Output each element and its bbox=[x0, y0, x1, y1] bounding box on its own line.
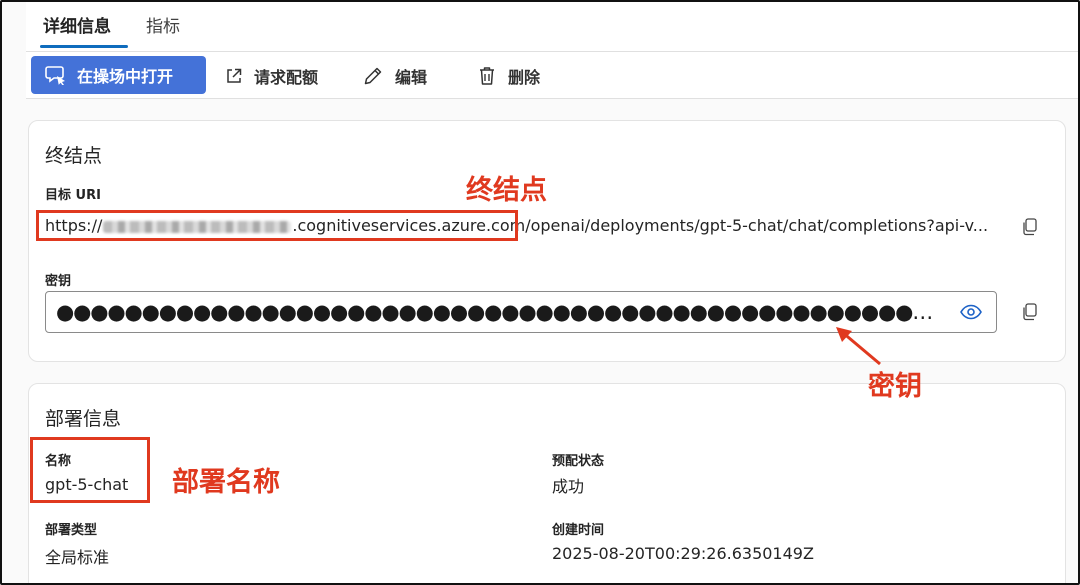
endpoint-card: 终结点 目标 URI https://.cognitiveservices.az… bbox=[28, 120, 1066, 362]
active-tab-indicator bbox=[40, 45, 128, 48]
tab-bar: 详细信息 指标 bbox=[26, 0, 1080, 52]
deployment-type-label: 部署类型 bbox=[45, 523, 98, 538]
external-link-icon bbox=[227, 68, 242, 83]
endpoint-highlight-box bbox=[36, 210, 518, 241]
created-time-value: 2025-08-20T00:29:26.6350149Z bbox=[552, 544, 814, 563]
delete-label: 删除 bbox=[508, 68, 541, 87]
key-masked-value: ●●●●●●●●●●●●●●●●●●●●●●●●●●●●●●●●●●●●●●●●… bbox=[56, 300, 946, 324]
eye-icon[interactable] bbox=[960, 304, 982, 320]
copy-uri-icon[interactable] bbox=[1022, 218, 1038, 236]
open-in-playground-button[interactable]: 在操场中打开 bbox=[31, 56, 206, 94]
tab-details[interactable]: 详细信息 bbox=[43, 12, 111, 37]
copy-key-icon[interactable] bbox=[1022, 303, 1038, 321]
created-time-label: 创建时间 bbox=[552, 523, 605, 538]
deployment-name-highlight-box bbox=[30, 437, 150, 503]
delete-button[interactable]: 删除 bbox=[478, 62, 540, 90]
key-label: 密钥 bbox=[45, 274, 72, 289]
target-uri-label: 目标 URI bbox=[45, 188, 101, 203]
deployment-card-title: 部署信息 bbox=[45, 408, 122, 430]
toolbar: 在操场中打开 请求配额 编辑 删除 bbox=[26, 52, 1080, 99]
trash-icon bbox=[480, 67, 494, 85]
deployment-name-annotation: 部署名称 bbox=[172, 467, 280, 498]
deployment-type-value: 全局标准 bbox=[45, 548, 110, 567]
endpoint-card-title: 终结点 bbox=[45, 145, 103, 167]
request-quota-label: 请求配额 bbox=[254, 68, 319, 87]
tab-metrics[interactable]: 指标 bbox=[146, 12, 180, 37]
pencil-icon bbox=[364, 67, 382, 85]
open-in-playground-label: 在操场中打开 bbox=[77, 67, 174, 86]
request-quota-button[interactable]: 请求配额 bbox=[226, 62, 318, 90]
key-annotation: 密钥 bbox=[868, 371, 922, 402]
edit-button[interactable]: 编辑 bbox=[363, 62, 427, 90]
playground-icon bbox=[45, 66, 65, 85]
endpoint-annotation: 终结点 bbox=[466, 175, 547, 206]
provisioning-state-value: 成功 bbox=[552, 477, 585, 496]
edit-label: 编辑 bbox=[395, 68, 428, 87]
provisioning-state-label: 预配状态 bbox=[552, 454, 605, 469]
